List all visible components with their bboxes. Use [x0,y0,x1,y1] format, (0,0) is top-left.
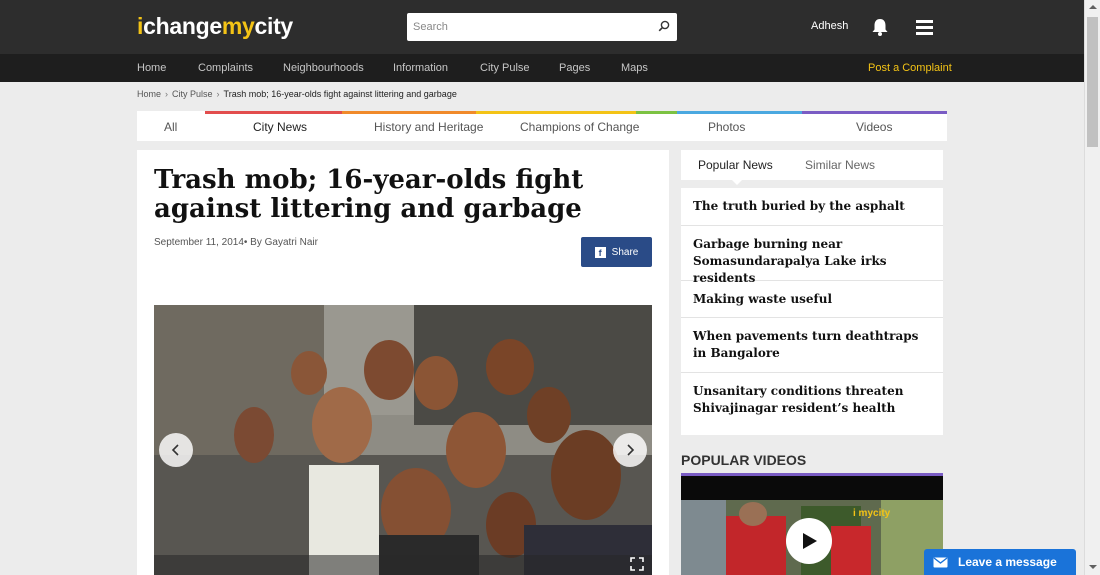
chevron-right-icon [627,444,635,456]
photo-caption-bar [154,555,652,575]
play-button[interactable] [786,518,832,564]
logo-part-city: city [254,13,293,39]
video-thumbnail[interactable]: i mycity [681,476,943,575]
nav-maps[interactable]: Maps [621,62,648,74]
news-item[interactable]: Making waste useful [681,281,943,318]
leave-message-button[interactable]: Leave a message [924,549,1076,575]
breadcrumb-city-pulse[interactable]: City Pulse [172,89,213,99]
popular-videos-heading: POPULAR VIDEOS [681,452,807,468]
article-meta: September 11, 2014• By Gayatri Nair [154,237,318,248]
chevron-left-icon [171,444,179,456]
stripe-photos [677,111,802,114]
news-item[interactable]: Garbage burning near Somasundarapalya La… [681,226,943,285]
nav-city-pulse[interactable]: City Pulse [480,62,530,74]
carousel-prev-button[interactable] [159,433,193,467]
logo-part-change: change [143,13,222,39]
fullscreen-icon[interactable] [630,557,644,571]
nav-information[interactable]: Information [393,62,448,74]
carousel-next-button[interactable] [613,433,647,467]
sidebar-tabs: Popular News Similar News [681,150,943,185]
tab-champions-of-change[interactable]: Champions of Change [520,120,639,134]
scroll-up-icon[interactable] [1089,5,1097,9]
article-author[interactable]: Gayatri Nair [265,237,318,248]
popular-news-list: The truth buried by the asphalt Garbage … [681,188,943,435]
stripe-videos [802,111,947,114]
leave-message-label: Leave a message [958,555,1057,569]
news-item[interactable]: The truth buried by the asphalt [681,188,943,226]
stripe-history [342,111,476,114]
video-watermark: i mycity [853,508,891,519]
tab-city-news[interactable]: City News [253,120,307,134]
bell-icon[interactable] [871,17,889,37]
search-box [407,13,677,41]
stripe-city-news [205,111,342,114]
scrollbar-thumb[interactable] [1087,17,1098,147]
username-link[interactable]: Adhesh [811,20,848,32]
nav-home[interactable]: Home [137,62,166,74]
search-input[interactable] [407,13,647,41]
article-title: Trash mob; 16-year-olds fight against li… [154,165,584,224]
tab-popular-news[interactable]: Popular News [698,158,773,172]
breadcrumb-current: Trash mob; 16-year-olds fight against li… [223,89,457,99]
site-logo[interactable]: ichangemycity [137,13,293,40]
article-photo-carousel [154,305,652,575]
breadcrumb: Home › City Pulse › Trash mob; 16-year-olds … [137,89,457,99]
main-nav: Home Complaints Neighbourhoods Informati… [0,54,1084,82]
share-button[interactable]: f Share [581,237,652,267]
tab-similar-news[interactable]: Similar News [805,158,875,172]
envelope-icon [933,556,948,567]
breadcrumb-home[interactable]: Home [137,89,161,99]
group-selfie-photo [154,305,652,575]
tab-all[interactable]: All [164,120,177,134]
share-label: Share [611,246,639,258]
stripe-champions [476,111,636,114]
active-tab-caret [731,179,743,185]
article-date: September 11, 2014 [154,237,244,248]
category-tabs: All City News History and Heritage Champ… [137,111,947,141]
post-complaint-link[interactable]: Post a Complaint [868,62,952,74]
news-item[interactable]: When pavements turn deathtraps in Bangal… [681,318,943,373]
breadcrumb-separator: › [165,89,169,99]
page-scrollbar[interactable] [1084,0,1100,575]
tab-videos[interactable]: Videos [856,120,892,134]
tab-history-and-heritage[interactable]: History and Heritage [374,120,483,134]
play-icon [803,533,817,549]
top-bar: ichangemycity Adhesh [0,0,1084,54]
nav-pages[interactable]: Pages [559,62,590,74]
breadcrumb-separator: › [216,89,220,99]
hamburger-menu-icon[interactable] [916,20,933,35]
logo-part-my: my [221,13,255,39]
scroll-down-icon[interactable] [1089,565,1097,569]
nav-complaints[interactable]: Complaints [198,62,253,74]
author-prefix: • By [243,237,265,248]
search-icon[interactable] [658,20,670,32]
stripe-all [137,111,205,114]
tab-photos[interactable]: Photos [708,120,745,134]
nav-neighbourhoods[interactable]: Neighbourhoods [283,62,364,74]
news-item[interactable]: Unsanitary conditions threaten Shivajina… [681,373,943,435]
article-card: Trash mob; 16-year-olds fight against li… [137,150,669,575]
facebook-icon: f [594,246,606,258]
